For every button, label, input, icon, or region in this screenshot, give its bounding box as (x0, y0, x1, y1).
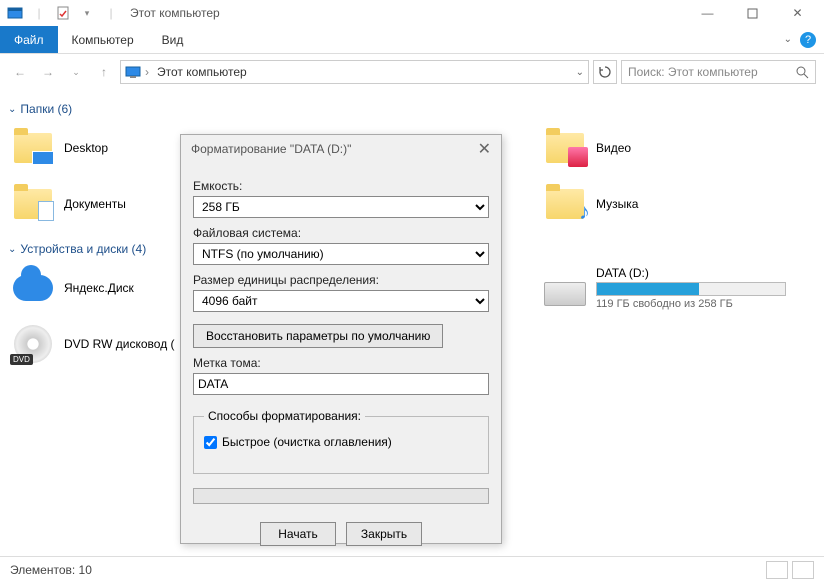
start-button[interactable]: Начать (260, 522, 336, 546)
search-icon (796, 66, 809, 79)
menu-file[interactable]: Файл (0, 26, 58, 53)
section-folders-header[interactable]: ⌄ Папки (6) (8, 98, 816, 120)
qat-dropdown-icon[interactable]: ▾ (76, 2, 98, 24)
dialog-titlebar[interactable]: Форматирование "DATA (D:)" ✕ (181, 135, 501, 163)
chevron-down-icon: ⌄ (8, 244, 16, 255)
folder-label: Музыка (596, 197, 638, 211)
disc-icon: DVD (14, 325, 52, 363)
dialog-title: Форматирование "DATA (D:)" (191, 142, 351, 156)
view-large-icon[interactable] (792, 561, 814, 579)
filesystem-select[interactable]: NTFS (по умолчанию) (193, 243, 489, 265)
filesystem-label: Файловая система: (193, 226, 489, 240)
folder-label: Desktop (64, 141, 108, 155)
device-data-drive[interactable]: DATA (D:) 119 ГБ свободно из 258 ГБ (540, 260, 792, 316)
nav-up-icon[interactable]: ↑ (92, 60, 116, 84)
window-title: Этот компьютер (130, 6, 220, 20)
breadcrumb-sep-icon: › (145, 65, 149, 79)
drive-icon (544, 282, 586, 306)
section-folders-label: Папки (6) (20, 102, 72, 116)
folder-icon (14, 133, 52, 163)
chevron-down-icon: ⌄ (8, 104, 16, 115)
folder-music[interactable]: ♪ Музыка (540, 176, 792, 232)
address-bar[interactable]: › Этот компьютер ⌄ (120, 60, 589, 84)
system-menu-icon[interactable] (4, 2, 26, 24)
refresh-button[interactable] (593, 60, 617, 84)
qat-separator: | (28, 2, 50, 24)
drive-free-text: 119 ГБ свободно из 258 ГБ (596, 298, 786, 310)
nav-back-icon[interactable]: ← (8, 60, 32, 84)
section-devices-label: Устройства и диски (4) (20, 242, 146, 256)
menu-view[interactable]: Вид (148, 26, 198, 53)
folder-icon (546, 133, 584, 163)
folder-label: Документы (64, 197, 126, 211)
close-button[interactable]: ✕ (775, 0, 820, 26)
address-pc-icon (125, 65, 141, 79)
search-input[interactable]: Поиск: Этот компьютер (621, 60, 816, 84)
cloud-icon (13, 275, 53, 301)
nav-recent-icon[interactable]: ⌄ (64, 60, 88, 84)
status-elements: Элементов: 10 (10, 563, 92, 577)
volume-label-label: Метка тома: (193, 356, 489, 370)
device-label: Яндекс.Диск (64, 281, 134, 295)
restore-defaults-button[interactable]: Восстановить параметры по умолчанию (193, 324, 443, 348)
view-details-icon[interactable] (766, 561, 788, 579)
drive-usage-bar (596, 282, 786, 296)
device-label: DVD RW дисковод ( (64, 337, 175, 351)
volume-label-input[interactable] (193, 373, 489, 395)
drive-name: DATA (D:) (596, 266, 786, 280)
capacity-label: Емкость: (193, 179, 489, 193)
nav-forward-icon[interactable]: → (36, 60, 60, 84)
folder-icon (14, 189, 52, 219)
capacity-select[interactable]: 258 ГБ (193, 196, 489, 218)
address-dropdown-icon[interactable]: ⌄ (576, 67, 584, 78)
format-options-legend: Способы форматирования: (204, 409, 365, 423)
ribbon-expand-icon[interactable]: ⌄ (784, 34, 792, 45)
maximize-button[interactable] (730, 0, 775, 26)
folder-label: Видео (596, 141, 631, 155)
allocation-select[interactable]: 4096 байт (193, 290, 489, 312)
quick-format-label: Быстрое (очистка оглавления) (222, 435, 392, 449)
status-bar: Элементов: 10 (0, 556, 824, 582)
dialog-close-icon[interactable]: ✕ (478, 139, 491, 159)
minimize-button[interactable]: — (685, 0, 730, 26)
search-placeholder: Поиск: Этот компьютер (628, 65, 796, 79)
format-dialog: Форматирование "DATA (D:)" ✕ Емкость: 25… (180, 134, 502, 544)
titlebar: | ▾ | Этот компьютер — ✕ (0, 0, 824, 26)
qat-properties-icon[interactable] (52, 2, 74, 24)
close-button-dialog[interactable]: Закрыть (346, 522, 422, 546)
qat-separator-2: | (100, 2, 122, 24)
allocation-label: Размер единицы распределения: (193, 273, 489, 287)
menubar: Файл Компьютер Вид ⌄ ? (0, 26, 824, 54)
quick-format-checkbox[interactable] (204, 436, 217, 449)
format-progress-bar (193, 488, 489, 504)
breadcrumb-current[interactable]: Этот компьютер (153, 65, 251, 79)
folder-video[interactable]: Видео (540, 120, 792, 176)
navbar: ← → ⌄ ↑ › Этот компьютер ⌄ Поиск: Этот к… (0, 54, 824, 90)
format-options-group: Способы форматирования: Быстрое (очистка… (193, 409, 489, 474)
help-icon[interactable]: ? (800, 32, 816, 48)
menu-computer[interactable]: Компьютер (58, 26, 148, 53)
folder-icon: ♪ (546, 189, 584, 219)
